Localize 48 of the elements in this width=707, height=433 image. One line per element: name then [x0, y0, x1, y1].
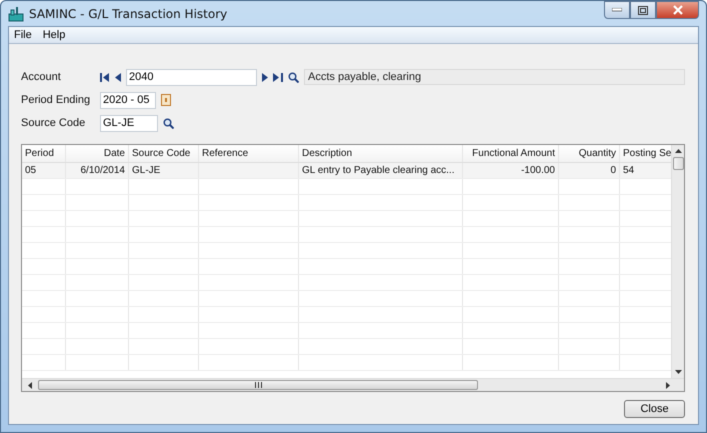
column-header[interactable]: Date [66, 145, 129, 162]
scroll-thumb[interactable] [672, 157, 684, 170]
column-header[interactable]: Functional Amount [463, 145, 559, 162]
scroll-left-icon[interactable] [28, 382, 32, 388]
table-cell: GL-JE [129, 163, 199, 178]
scroll-thumb[interactable] [38, 380, 478, 390]
vertical-scrollbar[interactable] [671, 145, 684, 378]
field-label: Account [21, 71, 62, 83]
column-header[interactable]: Reference [199, 145, 299, 162]
scroll-down-icon[interactable] [674, 370, 682, 374]
previous-icon[interactable] [115, 72, 121, 82]
grip-icon [254, 382, 262, 388]
horizontal-scrollbar[interactable] [22, 378, 684, 391]
account-field[interactable]: 2040 [126, 68, 257, 86]
table-cell: GL entry to Payable clearing acc... [299, 163, 463, 178]
column-header[interactable]: Quantity [559, 145, 620, 162]
scroll-right-icon[interactable] [666, 382, 670, 388]
window-title: SAMINC - G/L Transaction History [29, 6, 228, 20]
close-icon [672, 5, 682, 15]
menu-item[interactable]: Help [42, 29, 66, 41]
first-record-icon[interactable] [100, 72, 110, 82]
field-label: Period Ending [21, 94, 92, 106]
column-header[interactable]: Description [299, 145, 463, 162]
column-header[interactable]: Period [22, 145, 66, 162]
minimize-button[interactable] [604, 1, 630, 19]
column-header[interactable]: Source Code [129, 145, 199, 162]
table-cell: 6/10/2014 [66, 163, 129, 178]
menu-item[interactable]: File [14, 29, 32, 41]
close-dialog-button[interactable]: Close [624, 400, 685, 418]
maximize-button[interactable] [630, 1, 656, 19]
table-cell: 05 [22, 163, 66, 178]
last-record-icon[interactable] [273, 72, 283, 82]
search-icon[interactable] [288, 72, 299, 82]
calendar-icon[interactable] [161, 94, 171, 106]
source-code-field[interactable]: GL-JE [100, 114, 158, 132]
scroll-up-icon[interactable] [674, 149, 682, 153]
chart-icon [8, 6, 24, 22]
search-icon[interactable] [163, 118, 174, 128]
period-field[interactable]: 2020 - 05 [100, 92, 156, 108]
account-description: Accts payable, clearing [304, 69, 685, 85]
field-label: Source Code [21, 117, 86, 129]
table-cell: 54 [620, 163, 671, 178]
close-button[interactable] [656, 1, 699, 19]
table-cell: -100.00 [463, 163, 559, 178]
table-cell: 0 [559, 163, 620, 178]
next-icon[interactable] [262, 72, 268, 82]
restore-icon [638, 6, 648, 14]
minimize-icon [612, 8, 622, 12]
